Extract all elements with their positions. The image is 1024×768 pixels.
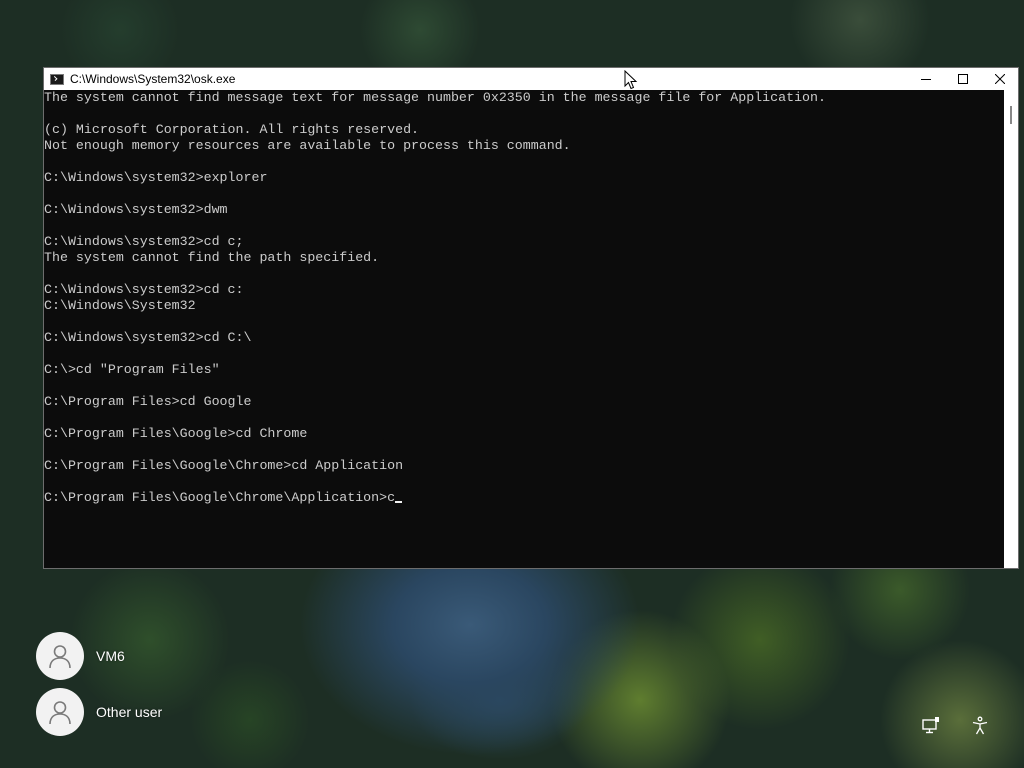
user-tile-other-user[interactable]: Other user	[36, 688, 162, 736]
user-name: Other user	[96, 704, 163, 720]
console-line: C:\Windows\system32>cd c;	[44, 234, 1004, 250]
console-line: Not enough memory resources are availabl…	[44, 138, 1004, 154]
close-icon	[994, 74, 1005, 84]
avatar	[36, 688, 84, 736]
window-title: C:\Windows\System32\osk.exe	[70, 72, 236, 86]
console-line-text: C:\Windows\system32>explorer	[44, 170, 268, 185]
console-line: C:\Program Files>cd Google	[44, 394, 1004, 410]
network-icon	[922, 717, 939, 734]
console-line: (c) Microsoft Corporation. All rights re…	[44, 122, 1004, 138]
console-line: C:\Windows\system32>dwm	[44, 202, 1004, 218]
console-line: The system cannot find message text for …	[44, 90, 1004, 106]
text-cursor	[395, 501, 403, 503]
console-line-text: C:\Windows\System32	[44, 298, 196, 313]
console-line: The system cannot find the path specifie…	[44, 250, 1004, 266]
console-line-text: C:\Windows\system32>cd C:\	[44, 330, 252, 345]
console-line-text: (c) Microsoft Corporation. All rights re…	[44, 122, 420, 137]
console-line-text: C:\Program Files\Google\Chrome>cd Applic…	[44, 458, 404, 473]
scrollbar-thumb[interactable]	[1010, 106, 1012, 124]
console-line-text: C:\>cd "Program Files"	[44, 362, 220, 377]
maximize-icon	[957, 74, 968, 84]
minimize-icon	[920, 79, 931, 80]
console-line: C:\Windows\system32>cd c:	[44, 282, 1004, 298]
console-line: C:\Windows\System32	[44, 298, 1004, 314]
user-name: VM6	[96, 648, 125, 664]
network-button[interactable]	[921, 716, 941, 736]
avatar	[36, 632, 84, 680]
vertical-scrollbar[interactable]	[1004, 90, 1018, 568]
command-prompt-window[interactable]: C:\Windows\System32\osk.exe The system c…	[43, 67, 1019, 569]
console-line: C:\Program Files\Google>cd Chrome	[44, 426, 1004, 442]
close-button[interactable]	[981, 68, 1018, 90]
console-line-text: The system cannot find message text for …	[44, 90, 826, 105]
accessibility-button[interactable]	[970, 716, 990, 736]
console-line-text: C:\Windows\system32>cd c:	[44, 282, 244, 297]
console-line: C:\Windows\system32>cd C:\	[44, 330, 1004, 346]
user-icon	[49, 645, 71, 669]
console-line: C:\>cd "Program Files"	[44, 362, 1004, 378]
console-line-text: C:\Program Files>cd Google	[44, 394, 252, 409]
console-output[interactable]: The system cannot find message text for …	[44, 90, 1004, 568]
window-titlebar[interactable]: C:\Windows\System32\osk.exe	[44, 68, 1018, 90]
console-line-text: Not enough memory resources are availabl…	[44, 138, 571, 153]
mouse-pointer-icon	[624, 70, 638, 90]
user-icon	[49, 701, 71, 725]
console-line: C:\Program Files\Google\Chrome>cd Applic…	[44, 458, 1004, 474]
console-icon	[50, 73, 64, 85]
window-controls	[907, 68, 1018, 90]
accessibility-icon	[972, 716, 988, 735]
console-line-text: C:\Program Files\Google>cd Chrome	[44, 426, 308, 441]
console-line-text: The system cannot find the path specifie…	[44, 250, 380, 265]
lock-screen-background: C:\Windows\System32\osk.exe The system c…	[0, 0, 1024, 768]
minimize-button[interactable]	[907, 68, 944, 90]
user-tile-vm6[interactable]: VM6	[36, 632, 125, 680]
console-line: C:\Windows\system32>explorer	[44, 170, 1004, 186]
console-line-text: C:\Windows\system32>dwm	[44, 202, 228, 217]
console-line-text: C:\Program Files\Google\Chrome\Applicati…	[44, 490, 396, 505]
console-line: C:\Program Files\Google\Chrome\Applicati…	[44, 490, 1004, 506]
maximize-button[interactable]	[944, 68, 981, 90]
console-line-text: C:\Windows\system32>cd c;	[44, 234, 244, 249]
